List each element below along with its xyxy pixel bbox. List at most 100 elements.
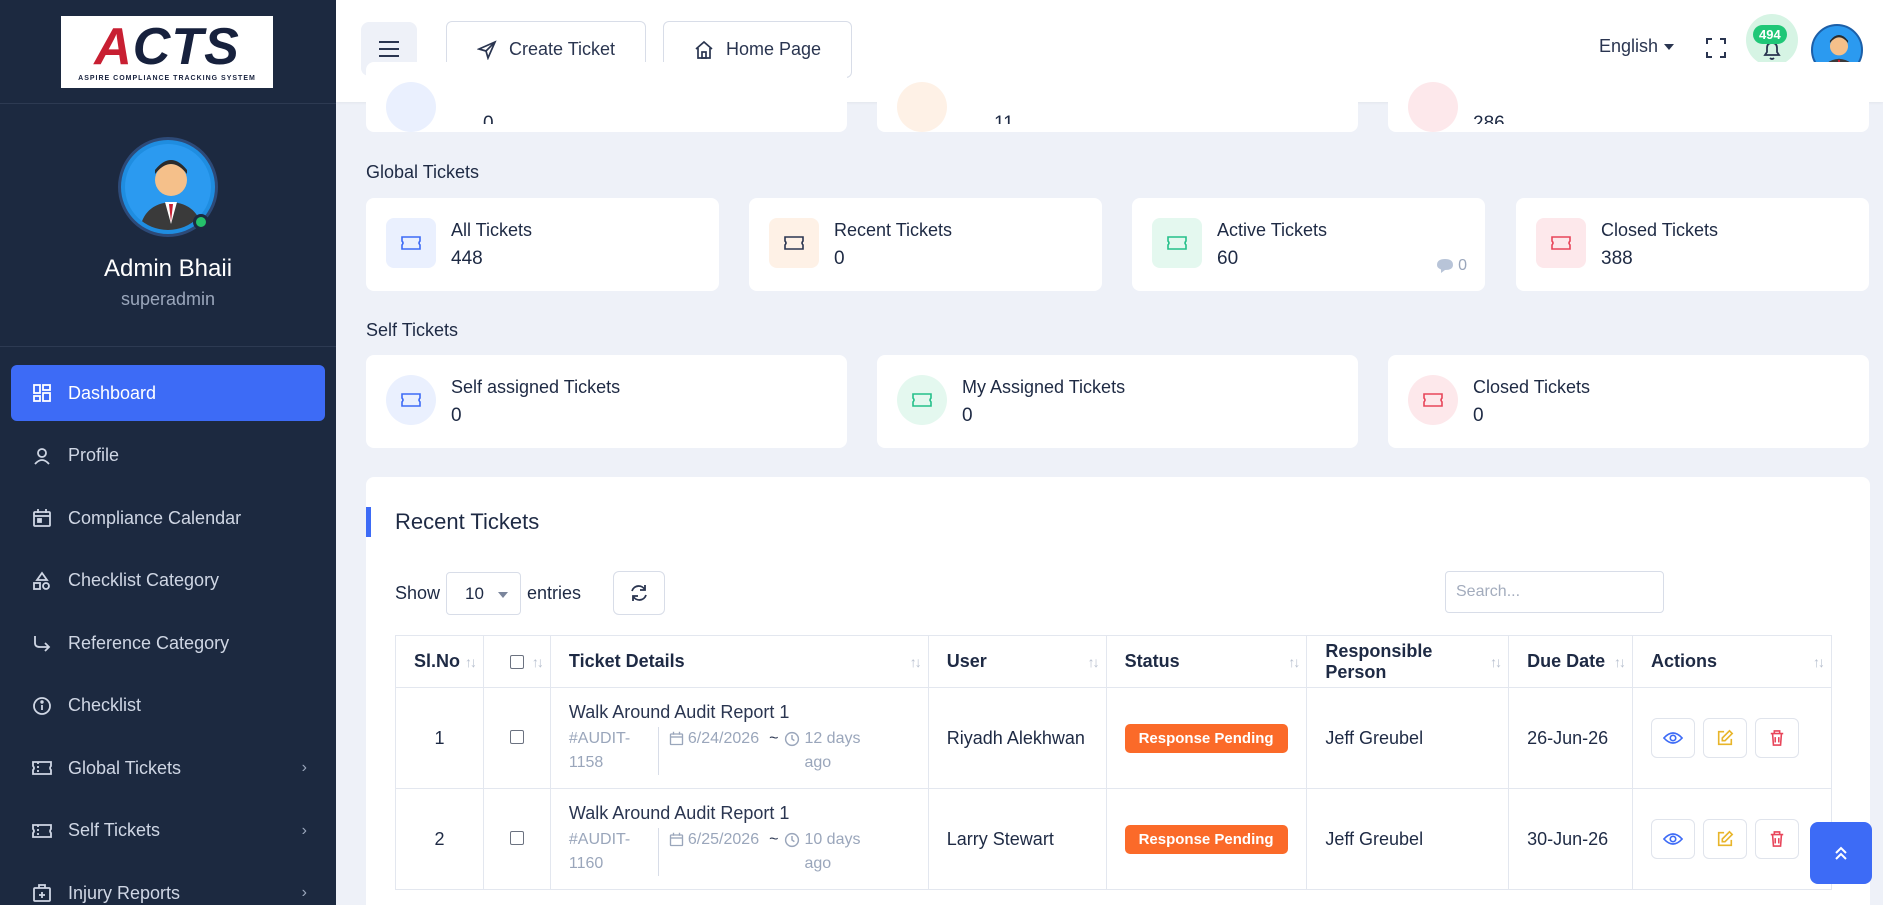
delete-button[interactable]: [1754, 819, 1799, 859]
edit-button[interactable]: [1702, 718, 1747, 758]
sidebar-item-label: Checklist Category: [68, 570, 220, 590]
column-header-actions[interactable]: Actions ↑↓: [1631, 635, 1833, 688]
language-dropdown[interactable]: English: [1599, 36, 1675, 57]
sidebar-item-reference-category[interactable]: Reference Category: [11, 615, 325, 671]
edit-button[interactable]: [1702, 819, 1747, 859]
column-header-user[interactable]: User ↑↓: [927, 635, 1107, 688]
avatar[interactable]: [118, 137, 218, 237]
sort-icon: ↑↓: [1288, 654, 1300, 670]
recent-tickets-card[interactable]: Recent Tickets 0: [749, 198, 1102, 291]
ticket-date-separator: ~: [769, 830, 779, 848]
row-checkbox[interactable]: [509, 830, 524, 845]
sidebar-item-label: Checklist: [68, 695, 142, 715]
sidebar-item-label: Compliance Calendar: [68, 507, 242, 528]
clock-icon: [785, 731, 800, 746]
sidebar-item-checklist[interactable]: Checklist: [11, 678, 325, 734]
partial-stat-value: 286: [1473, 114, 1505, 124]
cell-slno: 2: [395, 788, 484, 890]
online-status-dot: [193, 214, 209, 230]
stat-label: Recent Tickets: [834, 220, 953, 240]
fullscreen-icon: [1706, 38, 1726, 58]
view-button[interactable]: [1650, 718, 1695, 758]
sidebar-item-injury-reports[interactable]: Injury Reports ›: [11, 865, 325, 905]
all-tickets-card[interactable]: All Tickets 448: [366, 198, 719, 291]
sort-icon: ↑↓: [1490, 654, 1502, 670]
column-header-status[interactable]: Status ↑↓: [1105, 635, 1308, 688]
table-row[interactable]: 2 Walk Around Audit Report 1 #AUDIT-1160…: [395, 788, 1833, 890]
user-block: Admin Bhaii superadmin: [0, 104, 336, 347]
stat-label: Self assigned Tickets: [451, 377, 621, 397]
search-input[interactable]: [1445, 571, 1664, 613]
home-page-label: Home Page: [726, 39, 822, 59]
sidebar-item-profile[interactable]: Profile: [11, 428, 325, 484]
trash-icon: [1770, 730, 1784, 746]
partial-stat-card[interactable]: 11: [877, 62, 1358, 132]
ticket-id: #AUDIT-1158: [569, 726, 659, 775]
ticket-title-link[interactable]: Walk Around Audit Report 1: [569, 702, 910, 723]
ticket-icon: [1536, 218, 1586, 268]
ticket-icon: [1152, 218, 1202, 268]
sidebar-item-compliance-calendar[interactable]: Compliance Calendar: [11, 490, 325, 546]
column-header-ticket-details[interactable]: Ticket Details ↑↓: [549, 635, 929, 688]
select-all-checkbox[interactable]: [509, 655, 524, 669]
partial-stat-card[interactable]: 286: [1388, 62, 1869, 132]
fullscreen-button[interactable]: [1704, 36, 1728, 65]
column-header-due-date[interactable]: Due Date ↑↓: [1508, 635, 1633, 688]
sidebar-item-label: Reference Category: [68, 632, 230, 653]
scroll-to-top-button[interactable]: [1810, 822, 1872, 884]
recent-tickets-heading: Recent Tickets: [366, 507, 539, 537]
calendar-icon: [669, 832, 684, 846]
table-row[interactable]: 1 Walk Around Audit Report 1 #AUDIT-1158…: [395, 687, 1833, 789]
create-ticket-label: Create Ticket: [509, 39, 616, 59]
cell-actions: [1631, 687, 1833, 789]
entries-control: Show 10 entries: [395, 572, 581, 615]
column-header-slno[interactable]: Sl.No ↑↓: [395, 635, 484, 688]
caret-down-icon: [498, 592, 509, 598]
my-assigned-tickets-card[interactable]: My Assigned Tickets 0: [877, 355, 1358, 448]
sidebar-item-dashboard[interactable]: Dashboard: [11, 365, 325, 421]
sidebar-item-label: Global Tickets: [68, 757, 182, 778]
column-header-select[interactable]: ↑↓: [482, 635, 551, 688]
hamburger-icon: [379, 41, 399, 57]
status-badge: Response Pending: [1124, 723, 1288, 753]
closed-tickets-card[interactable]: Closed Tickets 388: [1516, 198, 1869, 291]
stat-label: My Assigned Tickets: [962, 377, 1126, 397]
cell-responsible-person: Jeff Greubel: [1306, 687, 1510, 789]
delete-button[interactable]: [1754, 718, 1799, 758]
active-tickets-card[interactable]: Active Tickets 60 0: [1132, 198, 1485, 291]
ticket-icon: [31, 820, 53, 842]
sidebar-item-global-tickets[interactable]: Global Tickets ›: [11, 740, 325, 796]
caret-down-icon: [1664, 44, 1675, 51]
self-closed-tickets-card[interactable]: Closed Tickets 0: [1388, 355, 1869, 448]
view-button[interactable]: [1650, 819, 1695, 859]
stat-value: 0: [962, 405, 973, 426]
sidebar-item-checklist-category[interactable]: Checklist Category: [11, 553, 325, 609]
sidebar-item-self-tickets[interactable]: Self Tickets ›: [11, 803, 325, 859]
ticket-title-link[interactable]: Walk Around Audit Report 1: [569, 803, 910, 824]
self-assigned-tickets-card[interactable]: Self assigned Tickets 0: [366, 355, 847, 448]
partial-stat-card[interactable]: 0: [366, 62, 847, 132]
entries-select[interactable]: 10: [446, 572, 522, 615]
ticket-id: #AUDIT-1160: [569, 827, 659, 876]
user-icon: [31, 445, 53, 467]
calendar-icon: [669, 731, 684, 745]
ticket-icon: [31, 757, 53, 779]
chevron-right-icon: ›: [301, 884, 307, 901]
double-chevron-up-icon: [1835, 846, 1847, 860]
ticket-icon: [769, 218, 819, 268]
self-tickets-heading: Self Tickets: [366, 320, 459, 340]
cell-user: Larry Stewart: [927, 788, 1107, 890]
logo-text: ACTS: [94, 18, 240, 76]
refresh-button[interactable]: [613, 571, 665, 615]
logo-area: ACTS ASPIRE COMPLIANCE TRACKING SYSTEM: [0, 0, 336, 104]
brand-logo[interactable]: ACTS ASPIRE COMPLIANCE TRACKING SYSTEM: [61, 15, 273, 88]
cell-status: Response Pending: [1105, 788, 1308, 890]
cell-ticket-details: Walk Around Audit Report 1 #AUDIT-1158 6…: [549, 687, 929, 789]
column-header-responsible-person[interactable]: Responsible Person ↑↓: [1306, 635, 1510, 688]
stat-value: 0: [834, 248, 845, 269]
chevron-right-icon: ›: [301, 821, 307, 839]
user-name: Admin Bhaii: [103, 255, 233, 282]
row-checkbox[interactable]: [509, 729, 524, 744]
medkit-icon: [31, 882, 53, 904]
ticket-date: 6/25/2026: [659, 828, 769, 876]
